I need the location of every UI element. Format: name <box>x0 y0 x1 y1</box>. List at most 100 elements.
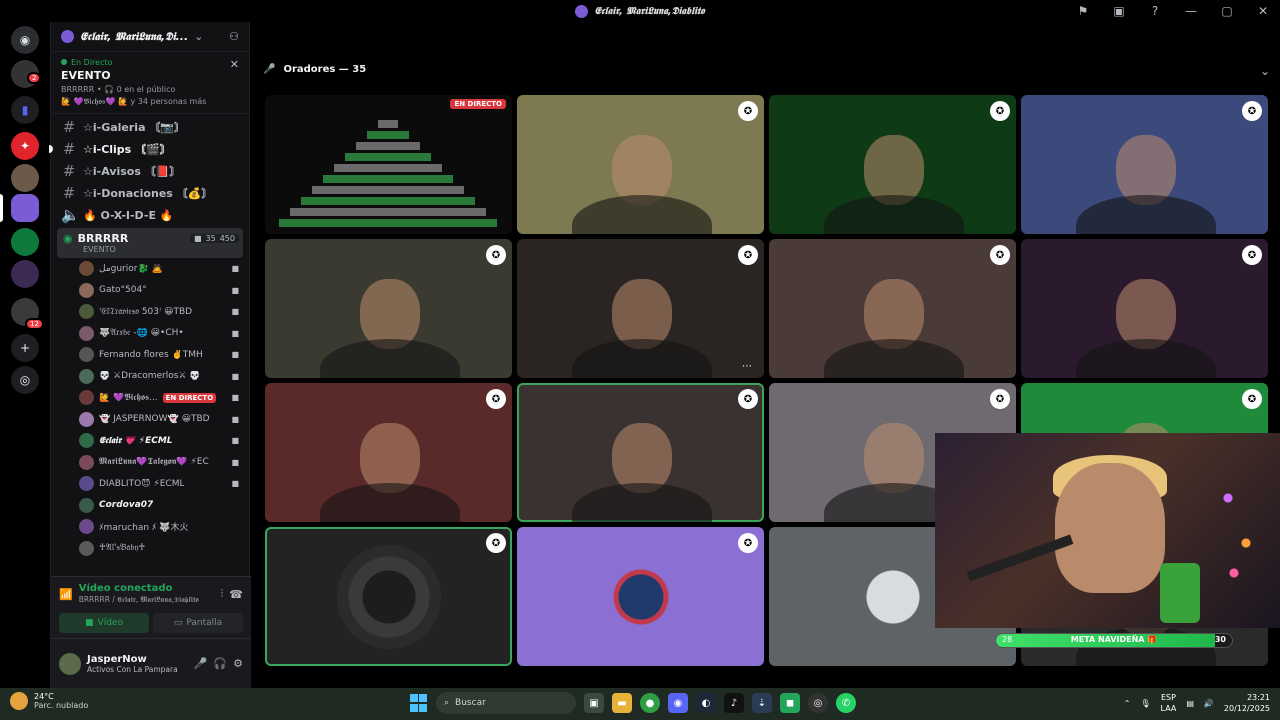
video-tile[interactable]: ✪ <box>769 95 1016 234</box>
clock[interactable]: 23:21 20/12/2025 <box>1224 692 1270 714</box>
server-icon[interactable]: ✦ <box>11 132 39 160</box>
pin-icon[interactable]: ✪ <box>1242 245 1262 265</box>
steam-icon[interactable]: ◐ <box>696 693 716 713</box>
channel-donaciones[interactable]: # ☆i-Donaciones 〘💰〙 <box>51 182 243 204</box>
pin-icon[interactable]: ✪ <box>1242 101 1262 121</box>
weather-widget[interactable]: 24°C Parc. nublado <box>10 692 88 710</box>
more-options-icon[interactable]: ⋯ <box>742 361 752 372</box>
server-icon-selected[interactable] <box>11 194 39 222</box>
channel-avisos[interactable]: # ☆i-Avisos 〘📕〙 <box>51 160 243 182</box>
discord-icon[interactable]: ◉ <box>668 693 688 713</box>
volume-icon[interactable]: 🔊 <box>1204 699 1214 708</box>
video-tile[interactable]: ✪ <box>265 527 512 666</box>
network-icon[interactable]: ▤ <box>1186 699 1194 708</box>
file-explorer-icon[interactable]: ▬ <box>612 693 632 713</box>
video-button[interactable]: ■ Vídeo <box>59 613 149 633</box>
chevron-up-icon[interactable]: ⌃ <box>1124 699 1131 708</box>
video-tile[interactable]: ✪ <box>769 239 1016 378</box>
participant-row[interactable]: 𝕸𝖆𝖗𝖎𝕷𝖚𝖓𝖆💜𝕿𝖆𝖑𝖊𝖌𝖔𝖓💜 ⚡EC ■ <box>51 452 249 474</box>
pin-icon[interactable]: ✪ <box>1242 389 1262 409</box>
pin-icon[interactable]: ✪ <box>738 245 758 265</box>
help-icon[interactable]: ? <box>1146 2 1164 20</box>
pin-icon[interactable]: ✪ <box>486 245 506 265</box>
participant-row[interactable]: 🙋 💜𝕭𝖎𝖈𝖍𝖔𝖘... EN DIRECTO ■ <box>51 387 249 409</box>
video-tile[interactable]: ✪ <box>517 527 764 666</box>
pin-icon[interactable]: ✪ <box>990 389 1010 409</box>
pin-icon[interactable]: ✪ <box>486 533 506 553</box>
username: JasperNow <box>87 653 147 665</box>
inbox-icon[interactable]: ⚑ <box>1074 2 1092 20</box>
pin-icon[interactable]: ✪ <box>738 389 758 409</box>
participant-row[interactable]: Cordova07 <box>51 495 249 517</box>
screen-content <box>367 131 409 139</box>
maximize-button[interactable]: ▢ <box>1218 2 1236 20</box>
tiktok-icon[interactable]: ♪ <box>724 693 744 713</box>
channel-oxide[interactable]: 🔈 🔥 O-X-I-D-E 🔥 <box>51 204 243 226</box>
participant-row[interactable]: 𝕰𝖈𝖑𝖆𝖎𝖗 💗 ⚡ECML ■ <box>51 430 249 452</box>
app-icon[interactable]: ⇣ <box>752 693 772 713</box>
video-tile[interactable]: EN DIRECTO <box>265 95 512 234</box>
obs-icon[interactable]: ◎ <box>808 693 828 713</box>
speakers-header[interactable]: 🎤 Oradores — 35 <box>263 64 366 75</box>
chevron-down-icon[interactable]: ⌄ <box>194 30 203 43</box>
channel-clips[interactable]: # ☆i-Clips 〘🎬〙 <box>49 138 243 160</box>
video-tile[interactable]: ✪ <box>1021 95 1268 234</box>
participant-row[interactable]: 🐺𝔄𝔯𝔵𝔟𝔢 -🌐 😀•CH• ■ <box>51 323 249 345</box>
microphone-icon[interactable]: 🎙 <box>1140 699 1150 708</box>
close-icon[interactable]: ✕ <box>230 58 239 71</box>
invite-icon[interactable]: ⚇ <box>229 30 239 43</box>
gear-icon[interactable]: ⚙ <box>233 657 243 670</box>
participant-row[interactable]: ﾒmaruchan ﾒ 🐺木火 <box>51 516 249 538</box>
channel-galeria[interactable]: # ☆i-Galeria 〘📷〙 <box>51 116 243 138</box>
participant-row[interactable]: ꜝ𝔈𝔩𝔗𝔯𝔞𝔳𝔦𝔢𝔰𝔬 503ꜝ 😀TBD ■ <box>51 301 249 323</box>
participant-row[interactable]: DIABLITO😈 ⚡ECML ■ <box>51 473 249 495</box>
discover-icon[interactable]: ◎ <box>11 366 39 394</box>
language-indicator[interactable]: ESP LAA <box>1161 692 1177 714</box>
video-tile[interactable]: ✪ ⋯ <box>517 239 764 378</box>
participant-row[interactable]: 👻 JASPERNOW👻 😀TBD ■ <box>51 409 249 431</box>
participant-row[interactable]: Gato°504° ■ <box>51 280 249 302</box>
pin-icon[interactable]: ✪ <box>738 101 758 121</box>
pin-icon[interactable]: ✪ <box>738 533 758 553</box>
video-tile[interactable]: ✪ <box>265 383 512 522</box>
microphone-icon[interactable]: 🎤 <box>194 657 208 670</box>
headphones-icon[interactable]: 🎧 <box>213 657 227 670</box>
add-server-icon[interactable]: + <box>11 334 39 362</box>
event-card[interactable]: En Directo EVENTO BRRRRR • 🎧 0 en el púb… <box>51 52 249 114</box>
chevron-down-icon[interactable]: ⌄ <box>1260 64 1270 78</box>
noise-suppression-icon[interactable]: ⫶ <box>221 587 224 601</box>
signal-icon: 📶 <box>59 587 73 601</box>
participant-row[interactable]: Fernando flores ✌️TMH ■ <box>51 344 249 366</box>
temperature: 24°C <box>34 692 54 701</box>
server-icon[interactable] <box>11 228 39 256</box>
folder-icon[interactable]: ▮ <box>11 96 39 124</box>
server-folder-icon[interactable] <box>11 260 39 288</box>
avatar[interactable] <box>59 652 81 675</box>
participant-row[interactable]: 💀 ⚔Dracomerlos⚔ 💀 ■ <box>51 366 249 388</box>
video-tile[interactable]: ✪ <box>517 383 764 522</box>
video-tile[interactable]: ✪ <box>517 95 764 234</box>
screen-content <box>290 208 486 216</box>
task-view-icon[interactable]: ▣ <box>584 693 604 713</box>
video-tile[interactable]: ✪ <box>265 239 512 378</box>
pin-icon[interactable]: ✪ <box>486 389 506 409</box>
close-button[interactable]: ✕ <box>1254 2 1272 20</box>
guild-header[interactable]: 𝕰𝖈𝖑𝖆𝖎𝖗, 𝕸𝖆𝖗𝖎𝕷𝖚𝖓𝖆,𝕯𝖎... ⌄ ⚇ <box>51 22 249 52</box>
participant-row[interactable]: ملgurior🐉 🙇 ■ <box>51 258 249 280</box>
chrome-icon[interactable]: ● <box>640 693 660 713</box>
server-icon[interactable] <box>11 164 39 192</box>
app-icon[interactable]: ◼ <box>780 693 800 713</box>
taskbar-search[interactable]: ⌕ Buscar <box>436 692 576 714</box>
discord-home-icon[interactable]: ◉ <box>11 26 39 54</box>
pin-icon[interactable]: ✪ <box>990 245 1010 265</box>
disconnect-icon[interactable]: ☎ <box>229 588 243 601</box>
minimize-button[interactable]: — <box>1182 2 1200 20</box>
notification-icon[interactable]: ▣ <box>1110 2 1128 20</box>
whatsapp-icon[interactable]: ✆ <box>836 693 856 713</box>
screen-share-button[interactable]: ▭ Pantalla <box>153 613 243 633</box>
video-tile[interactable]: ✪ <box>1021 239 1268 378</box>
windows-start-icon[interactable] <box>410 694 428 712</box>
voice-channel-brrrrr[interactable]: ◉ BRRRRR ■ 35 450 EVENTO <box>57 228 243 258</box>
pin-icon[interactable]: ✪ <box>990 101 1010 121</box>
participant-row[interactable]: ♰𝔄𝔩'𝔰𝔅𝔞𝔟𝔶♰ <box>51 538 249 560</box>
